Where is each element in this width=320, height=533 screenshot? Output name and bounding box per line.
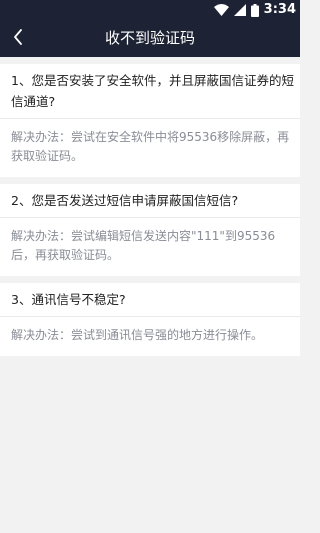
faq-item-2: 2、您是否发送过短信申请屏蔽国信短信? 解决办法：尝试编辑短信发送内容"111"… xyxy=(0,184,300,276)
status-bar: 3:34 xyxy=(0,0,300,20)
signal-icon xyxy=(233,4,246,16)
faq-answer: 解决办法：尝试到通讯信号强的地方进行操作。 xyxy=(11,328,264,342)
faq-answer: 解决办法：尝试编辑短信发送内容"111"到95536后，再获取验证码。 xyxy=(11,229,276,262)
faq-question: 1、您是否安装了安全软件，并且屏蔽国信证券的短信通道? xyxy=(0,64,300,119)
faq-answer: 解决办法：尝试在安全软件中将95536移除屏蔽，再获取验证码。 xyxy=(11,130,290,163)
back-button[interactable] xyxy=(4,24,32,54)
faq-question: 2、您是否发送过短信申请屏蔽国信短信? xyxy=(0,184,300,218)
header: 收不到验证码 xyxy=(0,20,300,57)
faq-item-3: 3、通讯信号不稳定? 解决办法：尝试到通讯信号强的地方进行操作。 xyxy=(0,283,300,356)
status-time: 3:34 xyxy=(263,2,296,17)
faq-list: 1、您是否安装了安全软件，并且屏蔽国信证券的短信通道? 解决办法：尝试在安全软件… xyxy=(0,57,300,356)
wifi-icon xyxy=(213,4,229,16)
page-title: 收不到验证码 xyxy=(104,29,195,47)
faq-question: 3、通讯信号不稳定? xyxy=(0,283,300,317)
chevron-left-icon xyxy=(13,29,23,49)
status-icons: 3:34 xyxy=(213,2,296,18)
faq-item-1: 1、您是否安装了安全软件，并且屏蔽国信证券的短信通道? 解决办法：尝试在安全软件… xyxy=(0,64,300,177)
battery-icon xyxy=(250,3,259,17)
